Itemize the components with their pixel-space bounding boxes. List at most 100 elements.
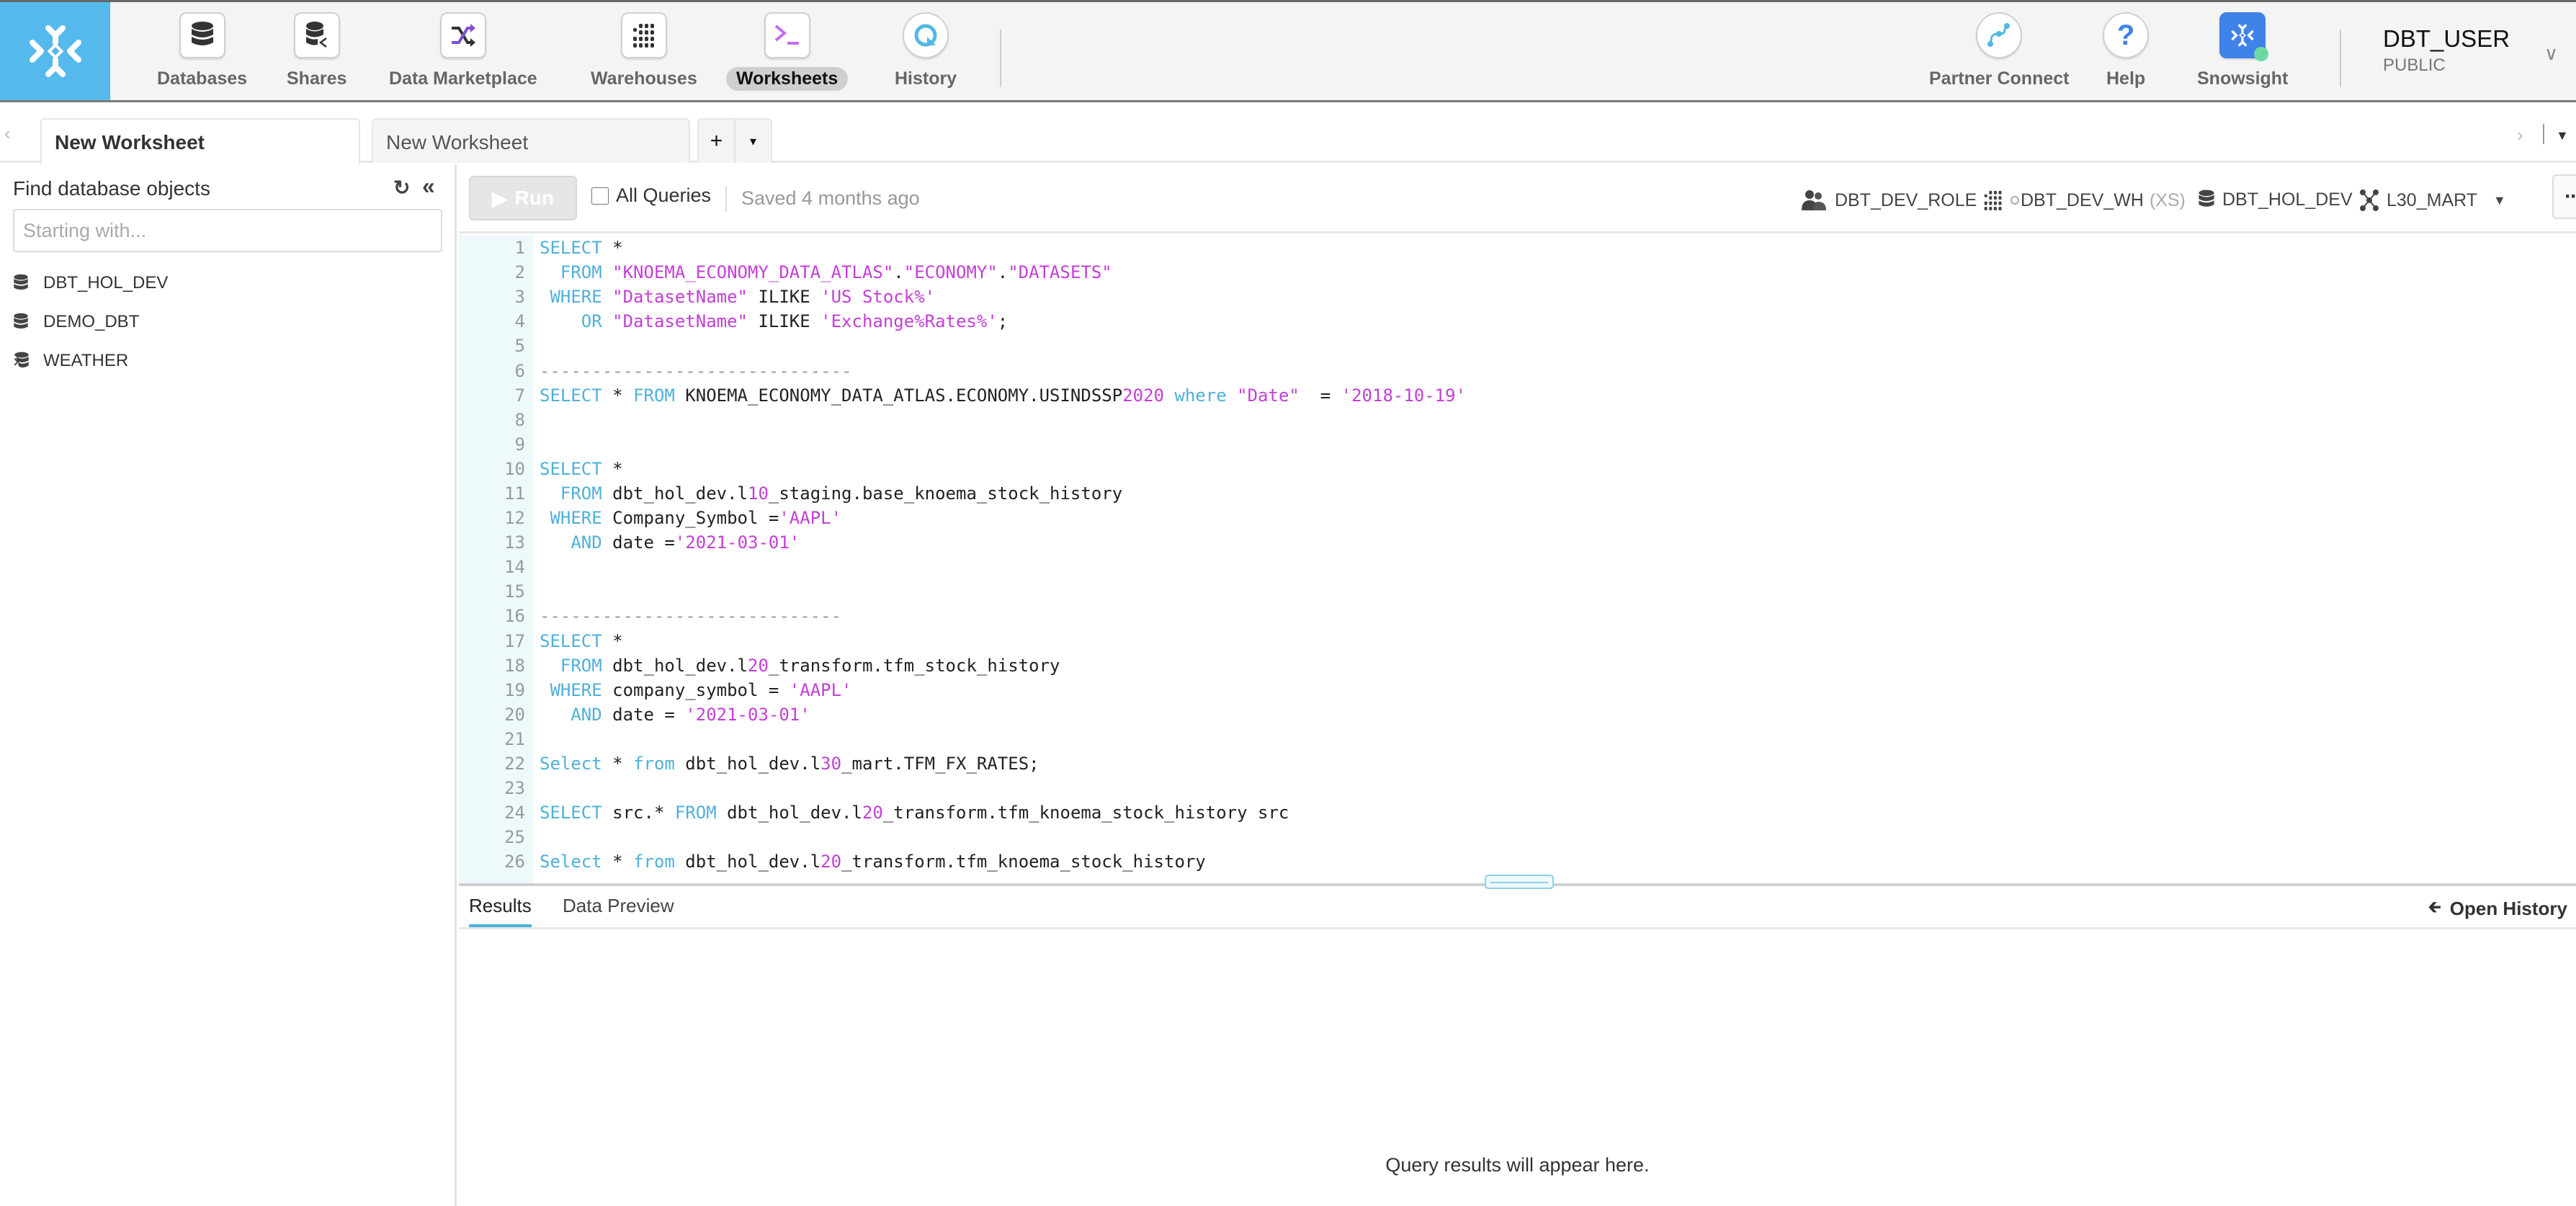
role-name: DBT_DEV_ROLE: [1835, 189, 1977, 210]
line-number: 13: [504, 532, 525, 553]
code-line[interactable]: 14: [459, 555, 1466, 579]
database-item[interactable]: DEMO_DBT: [13, 303, 168, 341]
database-object-browser: Find database objects ↻ « DBT_HOL_DEV DE…: [0, 164, 457, 1206]
code-line[interactable]: 18 FROM dbt_hol_dev.l20_transform.tfm_st…: [459, 653, 1466, 678]
code-line[interactable]: 5: [459, 334, 1466, 358]
code-line[interactable]: 22 Select * from dbt_hol_dev.l30_mart.TFM…: [459, 751, 1466, 776]
database-icon: [179, 12, 225, 58]
chevron-right-icon[interactable]: ›: [2517, 124, 2523, 146]
sql-keyword: WHERE: [550, 287, 602, 308]
database-name: DBT_HOL_DEV: [2222, 189, 2353, 210]
code-line[interactable]: 24 SELECT src.* FROM dbt_hol_dev.l20_tran…: [459, 800, 1466, 825]
code-line[interactable]: 19 WHERE company_symbol = 'AAPL': [459, 678, 1466, 702]
code-line[interactable]: 13 AND date ='2021-03-01': [459, 530, 1466, 555]
code-line[interactable]: 11 FROM dbt_hol_dev.l10_staging.base_kno…: [459, 481, 1466, 506]
code-line[interactable]: 21: [459, 727, 1466, 751]
sql-text: _mart.TFM_FX_RATES;: [841, 754, 1039, 774]
code-line[interactable]: 16 -----------------------------: [459, 604, 1466, 628]
sql-text: src.*: [601, 803, 675, 823]
nav-help[interactable]: ? Help: [2096, 12, 2155, 91]
code-line[interactable]: 25: [459, 825, 1466, 849]
warehouse-selector[interactable]: DBT_DEV_WH (XS): [1983, 189, 2186, 212]
line-number: 1: [514, 238, 525, 259]
code-line[interactable]: 15: [459, 579, 1466, 604]
line-text: WHERE company_symbol = 'AAPL': [540, 680, 851, 700]
code-line[interactable]: 2 FROM "KNOEMA_ECONOMY_DATA_ATLAS"."ECON…: [459, 260, 1466, 285]
database-item[interactable]: DBT_HOL_DEV: [13, 264, 168, 303]
sql-keyword: Select: [540, 852, 602, 872]
line-number: 9: [514, 434, 525, 455]
code-line[interactable]: 20 AND date = '2021-03-01': [459, 702, 1466, 727]
nav-partner-connect[interactable]: Partner Connect: [1919, 12, 2079, 91]
line-number: 19: [504, 679, 525, 700]
add-worksheet-button[interactable]: +: [699, 120, 734, 163]
line-number: 2: [514, 262, 525, 283]
database-icon: [13, 313, 33, 331]
code-line[interactable]: 8: [459, 408, 1466, 432]
sql-string: 'AAPL': [779, 508, 842, 529]
user-menu[interactable]: DBT_USER PUBLIC: [2383, 25, 2510, 76]
sql-text: *: [601, 385, 634, 406]
nav-history[interactable]: History: [885, 12, 967, 91]
chevron-left-icon[interactable]: ‹: [4, 122, 11, 145]
refresh-icon[interactable]: ↻: [393, 176, 410, 200]
nav-label: Shares: [287, 68, 347, 89]
nav-data-marketplace[interactable]: Data Marketplace: [379, 12, 547, 91]
schema-selector[interactable]: L30_MART ▼: [2359, 189, 2506, 212]
sql-text: ;: [997, 311, 1009, 332]
database-item[interactable]: WEATHER: [13, 341, 168, 380]
all-queries-checkbox[interactable]: [591, 187, 609, 205]
nav-label: Worksheets: [726, 67, 849, 91]
code-line[interactable]: 1 SELECT *: [459, 236, 1466, 260]
chevron-down-icon[interactable]: ∨: [2544, 43, 2558, 65]
sql-keyword: from: [633, 754, 675, 774]
code-line[interactable]: 9: [459, 432, 1466, 457]
nav-databases[interactable]: Databases: [147, 12, 257, 91]
sql-editor[interactable]: 1 SELECT * 2 FROM "KNOEMA_ECONOMY_DATA_ATL…: [459, 236, 2576, 885]
run-button[interactable]: ▶ Run: [469, 176, 577, 220]
worksheet-tab[interactable]: New Worksheet: [372, 118, 690, 163]
role-selector[interactable]: DBT_DEV_ROLE: [1800, 189, 1977, 212]
tab-results[interactable]: Results: [469, 895, 532, 927]
database-selector[interactable]: DBT_HOL_DEV: [2198, 189, 2353, 210]
line-number: 7: [514, 385, 525, 406]
sql-number: 2020: [1122, 385, 1164, 406]
tab-data-preview[interactable]: Data Preview: [563, 895, 674, 924]
code-line[interactable]: 10 SELECT *: [459, 457, 1466, 481]
nav-snowsight[interactable]: Snowsight: [2187, 12, 2298, 91]
nav-warehouses[interactable]: Warehouses: [581, 12, 707, 91]
code-line[interactable]: 12 WHERE Company_Symbol ='AAPL': [459, 506, 1466, 530]
line-number: 17: [504, 630, 525, 651]
sql-keyword: SELECT: [540, 238, 602, 259]
nav-shares[interactable]: Shares: [277, 12, 357, 91]
database-list: DBT_HOL_DEV DEMO_DBT WEATHER: [13, 264, 168, 380]
tab-list-menu-icon[interactable]: ▼: [2556, 128, 2569, 143]
code-line[interactable]: 23: [459, 776, 1466, 800]
code-line[interactable]: 4 OR "DatasetName" ILIKE 'Exchange%Rates…: [459, 309, 1466, 334]
code-line[interactable]: 6 ------------------------------: [459, 358, 1466, 383]
worksheet-tab[interactable]: New Worksheet: [40, 118, 360, 164]
snowflake-logo[interactable]: [0, 2, 110, 100]
sql-text: KNOEMA_ECONOMY_DATA_ATLAS.ECONOMY.USINDS…: [674, 385, 1123, 406]
line-text: ------------------------------: [540, 361, 851, 381]
tab-dropdown-button[interactable]: ▾: [734, 120, 771, 163]
more-options-button[interactable]: ···: [2552, 174, 2576, 219]
all-queries-toggle[interactable]: All Queries: [591, 184, 711, 207]
line-text: FROM dbt_hol_dev.l20_transform.tfm_stock…: [540, 656, 1060, 676]
nav-worksheets[interactable]: Worksheets: [726, 12, 849, 91]
divider: [2543, 124, 2544, 144]
worksheet-tab-strip: ‹ New Worksheet New Worksheet + ▾ › ▼: [0, 102, 2576, 164]
collapse-panel-icon[interactable]: «: [422, 173, 435, 200]
open-history-button[interactable]: 🡰 Open History: [2428, 895, 2567, 922]
object-search-input[interactable]: [13, 209, 442, 252]
code-line[interactable]: 26 Select * from dbt_hol_dev.l20_transfor…: [459, 849, 1466, 874]
code-line[interactable]: 17 SELECT *: [459, 629, 1466, 653]
sql-text: ILIKE: [748, 287, 821, 308]
code-line[interactable]: 3 WHERE "DatasetName" ILIKE 'US Stock%': [459, 285, 1466, 309]
open-history-label: Open History: [2449, 897, 2567, 919]
code-line[interactable]: 7 SELECT * FROM KNOEMA_ECONOMY_DATA_ATLAS…: [459, 383, 1466, 408]
